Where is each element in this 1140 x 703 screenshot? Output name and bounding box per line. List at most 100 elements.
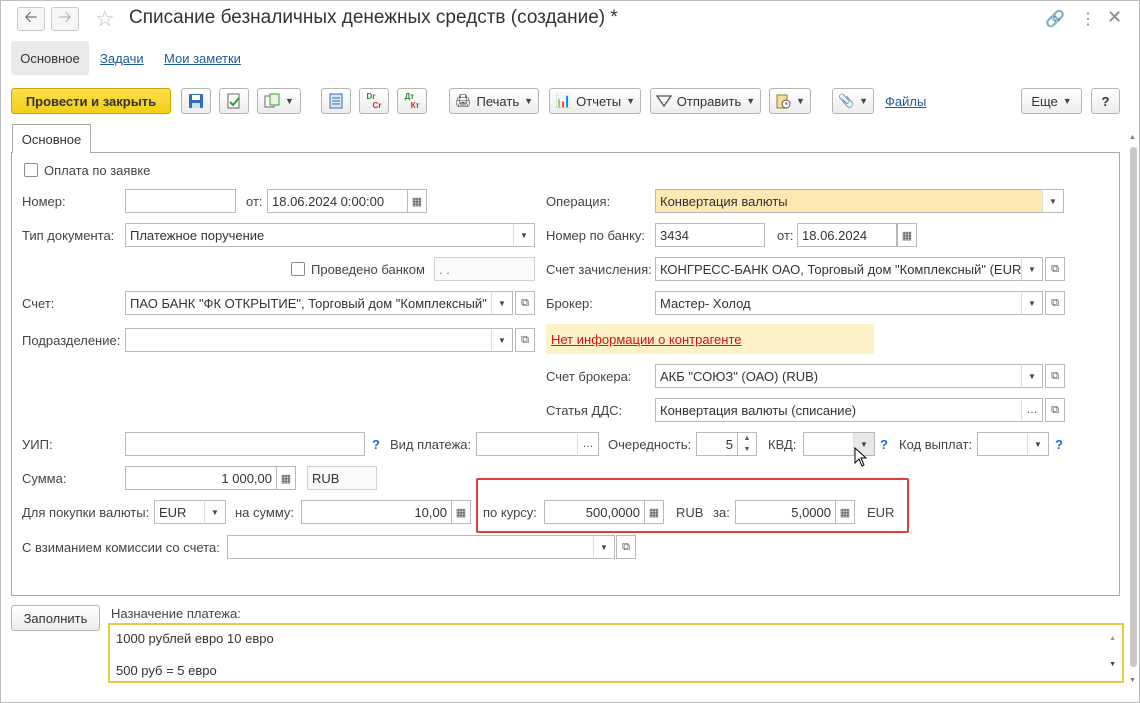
attach-file-button[interactable]: 📎 ▼	[832, 88, 874, 114]
operation-label: Операция:	[546, 194, 611, 209]
post-button[interactable]	[219, 88, 249, 114]
fill-button[interactable]: Заполнить	[11, 605, 100, 631]
sum-field[interactable]: 1 000,00	[125, 466, 277, 490]
scrollbar-thumb[interactable]	[1130, 147, 1137, 667]
chevron-down-icon[interactable]: ▼	[1021, 257, 1043, 281]
chevron-down-icon[interactable]: ▼	[513, 223, 535, 247]
more-button[interactable]: Еще ▼	[1021, 88, 1082, 114]
ellipsis-icon[interactable]: …	[577, 432, 599, 456]
chevron-down-icon[interactable]: ▼	[491, 291, 513, 315]
for-sum-field[interactable]: 10,00	[301, 500, 452, 524]
tab-my-notes[interactable]: Мои заметки	[164, 51, 241, 66]
account-field[interactable]: ПАО БАНК "ФК ОТКРЫТИЕ", Торговый дом "Ко…	[125, 291, 493, 315]
more-vertical-icon[interactable]: ⋮	[1080, 9, 1096, 29]
send-button[interactable]: Отправить ▼	[650, 88, 761, 114]
chevron-down-icon[interactable]: ▼	[1021, 291, 1043, 315]
open-icon[interactable]: ⧉	[1045, 398, 1065, 422]
chevron-down-icon[interactable]: ▼	[204, 500, 226, 524]
uip-field[interactable]	[125, 432, 365, 456]
open-icon[interactable]: ⧉	[1045, 257, 1065, 281]
bank-date-from-label: от:	[777, 228, 794, 243]
doc-type-field[interactable]: Платежное поручение	[125, 223, 515, 247]
bank-done-checkbox[interactable]	[291, 262, 305, 276]
credit-account-field[interactable]: КОНГРЕСС-БАНК ОАО, Торговый дом "Комплек…	[655, 257, 1023, 281]
link-icon[interactable]: 🔗	[1045, 9, 1065, 29]
list-icon	[329, 93, 343, 109]
kvd-field[interactable]	[803, 432, 855, 456]
payment-code-field[interactable]	[977, 432, 1029, 456]
payment-kind-field[interactable]	[476, 432, 580, 456]
scroll-down-icon[interactable]: ▼	[1109, 657, 1116, 673]
pay-by-request-checkbox[interactable]	[24, 163, 38, 177]
purpose-label: Назначение платежа:	[111, 606, 241, 621]
broker-label: Брокер:	[546, 296, 593, 311]
create-based-on-button[interactable]: ▼	[257, 88, 301, 114]
operation-field[interactable]: Конвертация валюты	[655, 189, 1043, 213]
calendar-icon[interactable]: ▦	[897, 223, 917, 247]
open-icon[interactable]: ⧉	[616, 535, 636, 559]
scroll-down-icon[interactable]: ▼	[1129, 677, 1136, 684]
tab-main[interactable]: Основное	[11, 41, 89, 75]
bank-date-field[interactable]: 18.06.2024	[797, 223, 897, 247]
close-icon[interactable]: ✕	[1107, 7, 1122, 28]
dt-kt-button[interactable]: Дт Кт	[397, 88, 427, 114]
purpose-textarea[interactable]: 1000 рублей евро 10 евро 500 руб = 5 евр…	[108, 623, 1124, 683]
paperclip-icon: 📎	[837, 93, 855, 108]
back-button[interactable]: 🡠	[17, 7, 45, 31]
open-icon[interactable]: ⧉	[515, 328, 535, 352]
number-label: Номер:	[22, 194, 66, 209]
ellipsis-icon[interactable]: …	[1021, 398, 1043, 422]
reports-button[interactable]: 📊 Отчеты ▼	[549, 88, 641, 114]
commission-field[interactable]	[227, 535, 597, 559]
document-window: 🡠 🡢 ☆ Списание безналичных денежных сред…	[0, 0, 1140, 703]
scroll-up-icon[interactable]: ▲	[1109, 631, 1116, 647]
kvd-label: КВД:	[768, 437, 797, 452]
help-question-icon[interactable]: ?	[880, 437, 888, 452]
arrow-left-icon: 🡠	[24, 8, 38, 26]
buy-currency-field[interactable]: EUR	[154, 500, 206, 524]
form-tab-main[interactable]: Основное	[12, 124, 91, 153]
dds-field[interactable]: Конвертация валюты (списание)	[655, 398, 1023, 422]
chevron-down-icon[interactable]: ▼	[1027, 432, 1049, 456]
calculator-icon[interactable]: ▦	[276, 466, 296, 490]
mouse-cursor-icon	[854, 447, 868, 467]
help-button[interactable]: ?	[1091, 88, 1120, 114]
chevron-down-icon[interactable]: ▼	[1042, 189, 1064, 213]
calculator-icon[interactable]: ▦	[451, 500, 471, 524]
date-field[interactable]: 18.06.2024 0:00:00	[267, 189, 409, 213]
broker-account-field[interactable]: АКБ "СОЮЗ" (ОАО) (RUB)	[655, 364, 1023, 388]
help-question-icon[interactable]: ?	[372, 437, 380, 452]
priority-stepper[interactable]: ▲ ▼	[737, 432, 757, 456]
calendar-icon[interactable]: ▦	[407, 189, 427, 213]
uip-label: УИП:	[22, 437, 53, 452]
open-icon[interactable]: ⧉	[515, 291, 535, 315]
files-link[interactable]: Файлы	[885, 94, 926, 109]
open-icon[interactable]: ⧉	[1045, 291, 1065, 315]
star-icon[interactable]: ☆	[95, 6, 115, 32]
help-question-icon[interactable]: ?	[1055, 437, 1063, 452]
chevron-down-icon: ▼	[859, 96, 869, 106]
chevron-down-icon[interactable]: ▼	[593, 535, 615, 559]
save-button[interactable]	[181, 88, 211, 114]
dr-cr-button[interactable]: Dr Cr	[359, 88, 389, 114]
tab-tasks[interactable]: Задачи	[100, 51, 144, 66]
ledger-button[interactable]	[321, 88, 351, 114]
chevron-down-icon: ▼	[746, 96, 756, 106]
open-icon[interactable]: ⧉	[1045, 364, 1065, 388]
more-label: Еще	[1031, 93, 1058, 109]
attachments-menu-button[interactable]: ▼	[769, 88, 811, 114]
bank-number-field[interactable]: 3434	[655, 223, 765, 247]
print-label: Печать	[476, 93, 520, 109]
print-button[interactable]: 🖨 Печать ▼	[449, 88, 539, 114]
division-field[interactable]	[125, 328, 493, 352]
scroll-up-icon[interactable]: ▲	[1129, 134, 1136, 141]
number-field[interactable]	[125, 189, 236, 213]
priority-field[interactable]: 5	[696, 432, 738, 456]
chevron-down-icon[interactable]: ▼	[491, 328, 513, 352]
no-counterparty-info-link[interactable]: Нет информации о контрагенте	[551, 332, 742, 347]
reports-label: Отчеты	[576, 93, 622, 109]
forward-button[interactable]: 🡢	[51, 7, 79, 31]
post-and-close-button[interactable]: Провести и закрыть	[11, 88, 171, 114]
broker-field[interactable]: Мастер- Холод	[655, 291, 1023, 315]
chevron-down-icon[interactable]: ▼	[1021, 364, 1043, 388]
